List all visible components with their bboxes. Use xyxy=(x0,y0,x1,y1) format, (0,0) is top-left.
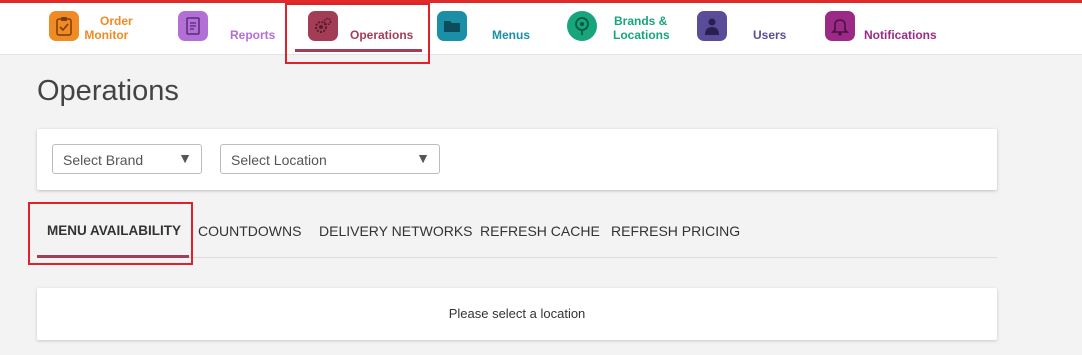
nav-label-order: Order xyxy=(100,14,133,28)
nav-label-brands: Brands & xyxy=(614,14,668,28)
operations-highlight-box xyxy=(285,3,430,64)
location-select-value: Select Location xyxy=(231,152,327,168)
map-pin-icon xyxy=(567,11,597,41)
nav-item-brands-locations[interactable]: Brands & Locations xyxy=(560,3,680,54)
nav-label-locations: Locations xyxy=(613,28,670,42)
nav-label-users: Users xyxy=(753,28,787,42)
nav-item-notifications[interactable]: Notifications xyxy=(820,3,950,54)
message-card: Please select a location xyxy=(37,288,997,340)
empty-state-message: Please select a location xyxy=(448,306,586,321)
folder-icon xyxy=(437,11,467,41)
tab-countdowns[interactable]: COUNTDOWNS xyxy=(198,223,301,239)
user-icon xyxy=(697,11,727,41)
nav-label-monitor: Monitor xyxy=(84,28,129,42)
tab-highlight-box xyxy=(28,202,193,265)
tab-delivery-networks[interactable]: DELIVERY NETWORKS xyxy=(319,223,473,239)
page-title: Operations xyxy=(37,75,179,107)
location-select[interactable]: Select Location ▼ xyxy=(220,144,440,174)
nav-label-notifications: Notifications xyxy=(864,28,937,42)
brand-select[interactable]: Select Brand ▼ xyxy=(52,144,202,174)
filter-card: Select Brand ▼ Select Location ▼ xyxy=(37,129,997,190)
nav-item-menus[interactable]: Menus xyxy=(430,3,540,54)
nav-label-menus: Menus xyxy=(492,28,531,42)
nav-item-users[interactable]: Users xyxy=(690,3,800,54)
report-icon xyxy=(178,11,208,41)
nav-label-reports: Reports xyxy=(230,28,276,42)
bell-icon xyxy=(825,11,855,41)
caret-down-icon: ▼ xyxy=(178,150,192,166)
caret-down-icon: ▼ xyxy=(416,150,430,166)
nav-item-reports[interactable]: Reports xyxy=(170,3,280,54)
nav-item-order-monitor[interactable]: Order Monitor xyxy=(40,3,150,54)
top-navigation: Order Monitor Reports Operations Menus B… xyxy=(0,3,1082,55)
brand-select-value: Select Brand xyxy=(63,152,144,168)
tab-refresh-pricing[interactable]: REFRESH PRICING xyxy=(611,223,740,239)
clipboard-icon xyxy=(49,11,79,41)
tab-refresh-cache[interactable]: REFRESH CACHE xyxy=(480,223,600,239)
